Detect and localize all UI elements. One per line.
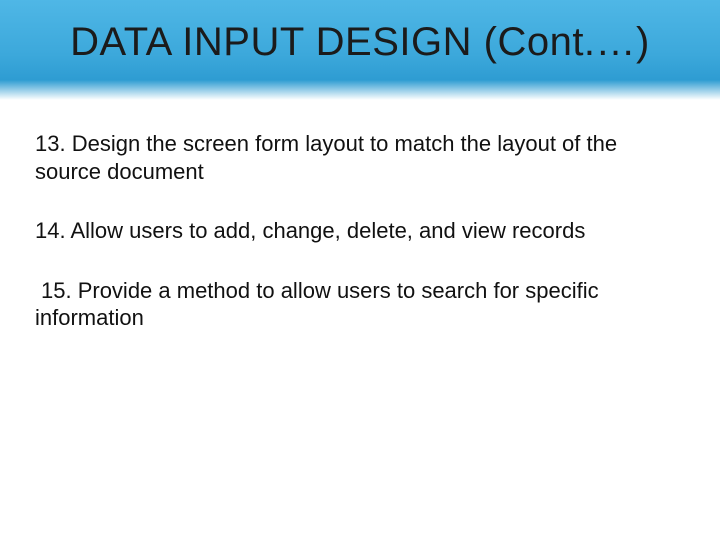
slide-title: DATA INPUT DESIGN (Cont.…)	[0, 20, 720, 65]
list-item: 15. Provide a method to allow users to s…	[35, 277, 685, 332]
list-item: 13. Design the screen form layout to mat…	[35, 130, 685, 185]
slide: DATA INPUT DESIGN (Cont.…) 13. Design th…	[0, 0, 720, 540]
slide-content: 13. Design the screen form layout to mat…	[35, 130, 685, 364]
list-item: 14. Allow users to add, change, delete, …	[35, 217, 685, 245]
